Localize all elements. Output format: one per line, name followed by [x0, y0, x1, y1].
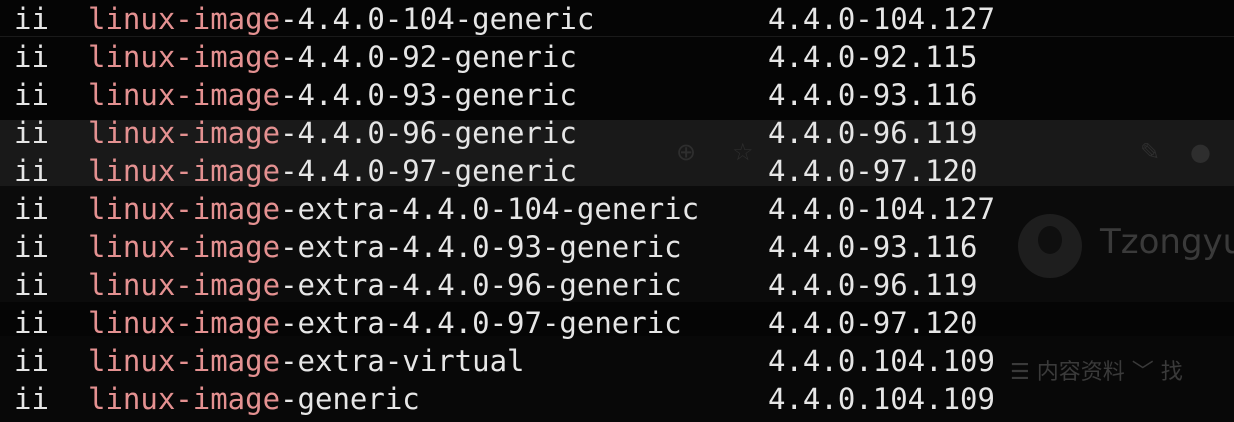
package-version: 4.4.0-97.120 — [768, 306, 978, 340]
package-status: ii — [14, 306, 49, 340]
package-name: linux-image-extra-4.4.0-96-generic — [88, 266, 682, 304]
package-row: ii linux-image-extra-4.4.0-93-generic 4.… — [0, 228, 1234, 266]
package-row: ii linux-image-extra-4.4.0-104-generic 4… — [0, 190, 1234, 228]
package-row: ii linux-image-generic 4.4.0.104.109 — [0, 380, 1234, 418]
package-name: linux-image-extra-virtual — [88, 342, 525, 380]
package-row: ii linux-image-extra-4.4.0-97-generic 4.… — [0, 304, 1234, 342]
package-status: ii — [14, 2, 49, 36]
package-name-highlight: linux-image — [88, 192, 281, 226]
package-row: ii linux-image-extra-4.4.0-96-generic 4.… — [0, 266, 1234, 304]
package-name-highlight: linux-image — [88, 306, 281, 340]
package-name-suffix: -4.4.0-104-generic — [280, 2, 595, 36]
package-status: ii — [14, 116, 49, 150]
package-name: linux-image-4.4.0-92-generic — [88, 38, 577, 76]
package-name: linux-image-extra-4.4.0-104-generic — [88, 190, 699, 228]
package-name-suffix: -extra-4.4.0-96-generic — [280, 268, 682, 302]
package-name: linux-image-4.4.0-104-generic — [88, 0, 594, 38]
package-name-suffix: -extra-4.4.0-93-generic — [280, 230, 682, 264]
package-status: ii — [14, 154, 49, 188]
package-name-suffix: -generic — [280, 382, 420, 416]
package-status: ii — [14, 382, 49, 416]
package-name-highlight: linux-image — [88, 116, 281, 150]
terminal-window[interactable]: ⊕ ☆ ✎ ● Tzongyul ☰ 内容资料 ﹀ 找 ii linux-ima… — [0, 0, 1234, 422]
package-name: linux-image-extra-4.4.0-97-generic — [88, 304, 682, 342]
package-name-suffix: -extra-4.4.0-97-generic — [280, 306, 682, 340]
package-version: 4.4.0.104.109 — [768, 344, 995, 378]
package-name: linux-image-4.4.0-93-generic — [88, 76, 577, 114]
package-name-highlight: linux-image — [88, 154, 281, 188]
package-name-suffix: -4.4.0-96-generic — [280, 116, 577, 150]
package-name-suffix: -4.4.0-93-generic — [280, 78, 577, 112]
package-status: ii — [14, 192, 49, 226]
package-row: ii linux-image-4.4.0-93-generic 4.4.0-93… — [0, 76, 1234, 114]
package-row: ii linux-image-4.4.0-97-generic 4.4.0-97… — [0, 152, 1234, 190]
package-name-highlight: linux-image — [88, 382, 281, 416]
package-name-suffix: -4.4.0-97-generic — [280, 154, 577, 188]
package-row: ii linux-image-4.4.0-104-generic 4.4.0-1… — [0, 0, 1234, 38]
package-name-highlight: linux-image — [88, 230, 281, 264]
package-version: 4.4.0-97.120 — [768, 154, 978, 188]
terminal-output: ii linux-image-4.4.0-104-generic 4.4.0-1… — [0, 0, 1234, 418]
package-name-suffix: -4.4.0-92-generic — [280, 40, 577, 74]
package-version: 4.4.0-93.116 — [768, 230, 978, 264]
package-version: 4.4.0-104.127 — [768, 2, 995, 36]
package-name: linux-image-generic — [88, 380, 420, 418]
package-name-highlight: linux-image — [88, 40, 281, 74]
package-status: ii — [14, 268, 49, 302]
package-name: linux-image-4.4.0-97-generic — [88, 152, 577, 190]
package-row: ii linux-image-4.4.0-92-generic 4.4.0-92… — [0, 38, 1234, 76]
package-row: ii linux-image-extra-virtual 4.4.0.104.1… — [0, 342, 1234, 380]
package-name-suffix: -extra-virtual — [280, 344, 525, 378]
package-name-suffix: -extra-4.4.0-104-generic — [280, 192, 700, 226]
package-version: 4.4.0.104.109 — [768, 382, 995, 416]
package-version: 4.4.0-104.127 — [768, 192, 995, 226]
package-name: linux-image-extra-4.4.0-93-generic — [88, 228, 682, 266]
package-name: linux-image-4.4.0-96-generic — [88, 114, 577, 152]
package-version: 4.4.0-92.115 — [768, 40, 978, 74]
package-version: 4.4.0-96.119 — [768, 268, 978, 302]
package-status: ii — [14, 40, 49, 74]
package-name-highlight: linux-image — [88, 268, 281, 302]
package-status: ii — [14, 230, 49, 264]
package-name-highlight: linux-image — [88, 78, 281, 112]
package-row: ii linux-image-4.4.0-96-generic 4.4.0-96… — [0, 114, 1234, 152]
package-version: 4.4.0-93.116 — [768, 78, 978, 112]
package-name-highlight: linux-image — [88, 2, 281, 36]
package-name-highlight: linux-image — [88, 344, 281, 378]
package-version: 4.4.0-96.119 — [768, 116, 978, 150]
package-status: ii — [14, 344, 49, 378]
package-status: ii — [14, 78, 49, 112]
